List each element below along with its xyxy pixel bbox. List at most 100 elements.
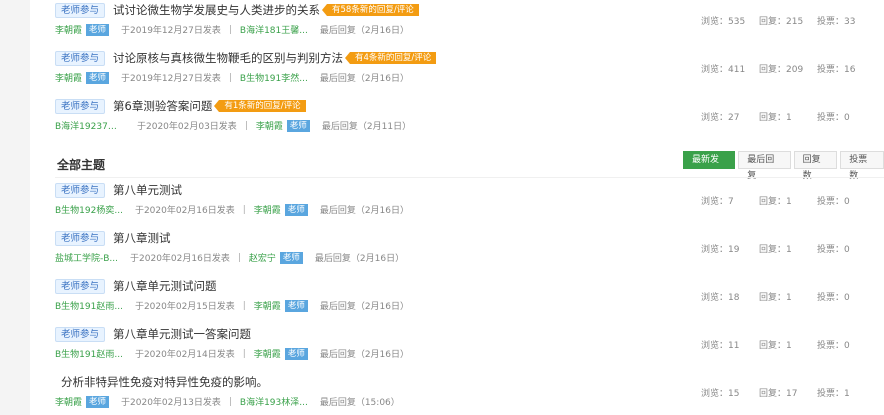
post-date: 于2020年02月15日发表 (134, 302, 235, 312)
last-replier-name[interactable]: 赵宏宁 (249, 251, 276, 264)
topic-row[interactable]: 老师参与 第6章测验答案问题 有1条新的回复/评论 B海洋19237吴... 于… (55, 94, 884, 142)
topic-row[interactable]: 老师参与 第八章测试 盐城工学院-B... 于2020年02月16日发表 | 赵… (55, 226, 884, 274)
topic-row[interactable]: 老师参与 第八单元测试 B生物192杨奕... 于2020年02月16日发表 |… (55, 178, 884, 226)
votes-count: 投票：1 (817, 389, 850, 399)
author-name[interactable]: B海洋19237吴... (55, 119, 125, 132)
topic-stats: 浏览：15 回复：17 投票：1 (701, 386, 875, 399)
views-count: 浏览：27 (701, 113, 740, 123)
separator: | (244, 120, 248, 131)
views-count: 浏览：411 (701, 65, 746, 75)
last-reply-time: 最后回复（2月16日） (319, 26, 410, 36)
new-replies-badge: 有4条新的回复/评论 (344, 52, 437, 64)
votes-count: 投票：0 (817, 245, 850, 255)
topic-stats: 浏览：535 回复：215 投票：33 (701, 14, 875, 27)
topic-title[interactable]: 第八单元测试 (113, 182, 182, 198)
all-topics-header: 全部主题 最新发表 最后回复 回复数 投票数 (55, 148, 884, 181)
votes-count: 投票：0 (817, 293, 850, 303)
last-replier-name[interactable]: B海洋193林泽... (240, 395, 308, 408)
replies-count: 回复：1 (759, 341, 792, 351)
separator: | (228, 396, 232, 407)
sort-tab-reply-count[interactable]: 回复数 (793, 151, 838, 181)
topic-stats: 浏览：7 回复：1 投票：0 (701, 194, 875, 207)
section-title: 全部主题 (57, 158, 106, 172)
author-name[interactable]: 李朝霞 (55, 71, 82, 84)
views-count: 浏览：11 (701, 341, 740, 351)
author-name[interactable]: B生物191赵雨... (55, 299, 123, 312)
teacher-participation-tag: 老师参与 (55, 2, 106, 18)
forum-topic-list: 老师参与 试讨论微生物学发展史与人类进步的关系 有58条新的回复/评论 李朝霞 … (55, 0, 884, 415)
votes-count: 投票：0 (817, 341, 850, 351)
replies-count: 回复：1 (759, 245, 792, 255)
new-replies-badge: 有58条新的回复/评论 (322, 4, 419, 16)
role-badge: 老师 (286, 119, 310, 132)
topic-row[interactable]: 分析非特异性免疫对特异性免疫的影响。 李朝霞 老师 于2020年02月13日发表… (55, 370, 884, 415)
last-reply-time: 最后回复（2月16日） (319, 206, 410, 216)
last-replier-name[interactable]: B生物191李然... (240, 71, 308, 84)
topic-row[interactable]: 老师参与 第八章单元测试问题 B生物191赵雨... 于2020年02月15日发… (55, 274, 884, 322)
topic-stats: 浏览：19 回复：1 投票：0 (701, 242, 875, 255)
author-name[interactable]: 李朝霞 (55, 395, 82, 408)
separator: | (242, 300, 246, 311)
topic-title[interactable]: 分析非特异性免疫对特异性免疫的影响。 (61, 374, 268, 390)
separator: | (237, 252, 241, 263)
topic-title[interactable]: 第八章单元测试问题 (113, 278, 217, 294)
topic-title[interactable]: 第八章单元测试一答案问题 (113, 326, 251, 342)
views-count: 浏览：535 (701, 17, 746, 27)
last-reply-time: 最后回复（2月16日） (319, 74, 410, 84)
post-date: 于2020年02月14日发表 (134, 350, 235, 360)
replies-count: 回复：1 (759, 293, 792, 303)
last-replier-name[interactable]: 李朝霞 (254, 203, 281, 216)
separator: | (228, 24, 232, 35)
left-sidebar (0, 0, 30, 415)
last-replier-name[interactable]: 李朝霞 (254, 299, 281, 312)
topic-row[interactable]: 老师参与 讨论原核与真核微生物鞭毛的区别与判别方法 有4条新的回复/评论 李朝霞… (55, 46, 884, 94)
topic-title[interactable]: 试讨论微生物学发展史与人类进步的关系 (113, 2, 320, 18)
topic-row[interactable]: 老师参与 试讨论微生物学发展史与人类进步的关系 有58条新的回复/评论 李朝霞 … (55, 0, 884, 46)
role-badge: 老师 (279, 251, 303, 264)
role-badge: 老师 (284, 299, 308, 312)
last-reply-time: 最后回复（2月16日） (319, 350, 410, 360)
post-date: 于2020年02月16日发表 (130, 254, 230, 264)
teacher-participation-tag: 老师参与 (55, 50, 106, 66)
sort-tab-last-reply[interactable]: 最后回复 (738, 151, 791, 181)
last-reply-time: 最后回复（15:06） (319, 398, 400, 408)
views-count: 浏览：15 (701, 389, 740, 399)
role-badge: 老师 (86, 23, 110, 36)
topic-title[interactable]: 讨论原核与真核微生物鞭毛的区别与判别方法 (113, 50, 343, 66)
last-reply-time: 最后回复（2月11日） (321, 122, 412, 132)
last-replier-name[interactable]: B海洋181王馨... (240, 23, 308, 36)
role-badge: 老师 (284, 347, 308, 360)
separator: | (228, 72, 232, 83)
topic-row[interactable]: 老师参与 第八章单元测试一答案问题 B生物191赵雨... 于2020年02月1… (55, 322, 884, 370)
views-count: 浏览：19 (701, 245, 740, 255)
teacher-participation-tag: 老师参与 (55, 326, 106, 342)
role-badge: 老师 (86, 71, 110, 84)
last-replier-name[interactable]: 李朝霞 (256, 119, 283, 132)
sort-tabs: 最新发表 最后回复 回复数 投票数 (680, 151, 884, 181)
topic-stats: 浏览：11 回复：1 投票：0 (701, 338, 875, 351)
topic-title[interactable]: 第八章测试 (113, 230, 171, 246)
author-name[interactable]: B生物192杨奕... (55, 203, 123, 216)
post-date: 于2020年02月16日发表 (134, 206, 235, 216)
topic-stats: 浏览：27 回复：1 投票：0 (701, 110, 875, 123)
separator: | (242, 204, 246, 215)
last-reply-time: 最后回复（2月16日） (319, 302, 410, 312)
last-replier-name[interactable]: 李朝霞 (254, 347, 281, 360)
votes-count: 投票：0 (817, 113, 850, 123)
sort-tab-latest-posted[interactable]: 最新发表 (683, 151, 736, 181)
last-reply-time: 最后回复（2月16日） (314, 254, 405, 264)
post-date: 于2019年12月27日发表 (121, 26, 221, 36)
new-replies-badge: 有1条新的回复/评论 (214, 100, 306, 112)
replies-count: 回复：1 (759, 113, 792, 123)
sort-tab-vote-count[interactable]: 投票数 (840, 151, 884, 181)
author-name[interactable]: 盐城工学院-B... (55, 251, 118, 264)
votes-count: 投票：16 (817, 65, 856, 75)
topic-title[interactable]: 第6章测验答案问题 (113, 98, 212, 114)
replies-count: 回复：215 (759, 17, 804, 27)
post-date: 于2019年12月27日发表 (121, 74, 221, 84)
role-badge: 老师 (284, 203, 308, 216)
separator: | (242, 348, 246, 359)
author-name[interactable]: B生物191赵雨... (55, 347, 123, 360)
author-name[interactable]: 李朝霞 (55, 23, 82, 36)
role-badge: 老师 (86, 395, 110, 408)
